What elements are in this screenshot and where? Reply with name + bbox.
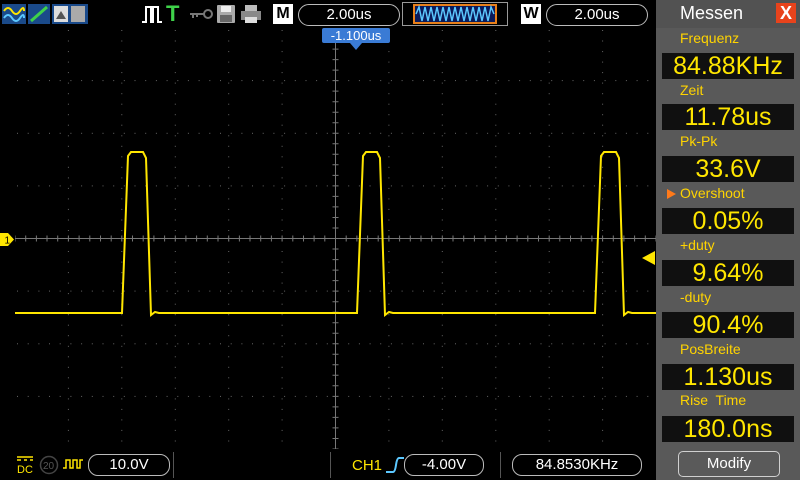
modify-button[interactable]: Modify [678,451,780,477]
window-timebase-icon: W [521,4,541,24]
waveform-icon[interactable] [2,3,26,25]
screenshot-icon[interactable] [52,3,88,25]
trigger-level-marker-icon[interactable] [642,251,655,265]
waveform-display[interactable] [15,28,656,449]
measure-value-posbreite[interactable]: 1.130us [662,364,794,390]
trigger-status-icon: T [166,1,180,26]
line-icon[interactable] [28,3,50,25]
trigger-level[interactable]: -4.00V [404,454,484,476]
close-button[interactable]: X [776,3,796,23]
panel-title: Messen [680,3,744,23]
panel-header: Messen X [656,0,800,28]
memory-position-bar[interactable] [402,2,508,26]
measure-value-overshoot[interactable]: 0.05% [662,208,794,234]
measure-label-pkpk: Pk-Pk [680,133,718,149]
measure-label-overshoot: Overshoot [680,185,745,201]
measure-label-posduty: +duty [680,237,715,253]
channel-waveform-icon[interactable] [62,456,84,472]
toolbar: T M 2.00us W 2.00us [0,0,656,28]
measure-value-posduty[interactable]: 9.64% [662,260,794,286]
volts-per-div[interactable]: 10.0V [88,454,170,476]
trigger-position-label[interactable]: -1.100us [322,28,390,43]
measure-label-posbreite: PosBreite [680,341,741,357]
key-icon[interactable] [188,3,214,25]
main-timebase-icon: M [273,4,293,24]
svg-text:1: 1 [5,236,11,247]
rising-edge-icon[interactable] [385,456,405,474]
measure-label-zeit: Zeit [680,82,704,98]
ch1-ground-marker-icon[interactable]: 1 [0,233,14,246]
measure-label-risetime: Rise Time [680,392,747,408]
measure-panel: Messen X Frequenz 84.88KHz Zeit 11.78us … [656,0,800,480]
measure-value-risetime[interactable]: 180.0ns [662,416,794,442]
dc-coupling-icon[interactable]: DC [16,455,34,475]
measure-value-frequenz[interactable]: 84.88KHz [662,53,794,79]
svg-text:DC: DC [17,464,33,475]
save-icon[interactable] [216,3,236,25]
measure-value-zeit[interactable]: 11.78us [662,104,794,130]
measure-value-pkpk[interactable]: 33.6V [662,156,794,182]
window-timebase-value[interactable]: 2.00us [546,4,648,26]
trigger-frequency: 84.8530KHz [512,454,642,476]
main-timebase-value[interactable]: 2.00us [298,4,400,26]
trigger-channel-label: CH1 [352,457,383,474]
measure-label-negduty: -duty [680,289,712,305]
trigger-position-arrow-icon [350,43,362,50]
selected-arrow-icon [667,189,676,199]
status-bar: DC 20 10.0V CH1 -4.00V 84.8530KHz [0,449,656,480]
print-icon[interactable] [240,3,262,25]
measure-value-negduty[interactable]: 90.4% [662,312,794,338]
bandwidth-limit-icon[interactable]: 20 [39,455,59,475]
measure-label-frequenz: Frequenz [680,30,740,46]
svg-text:20: 20 [43,461,55,472]
trigger-pulse-icon[interactable] [141,3,163,25]
